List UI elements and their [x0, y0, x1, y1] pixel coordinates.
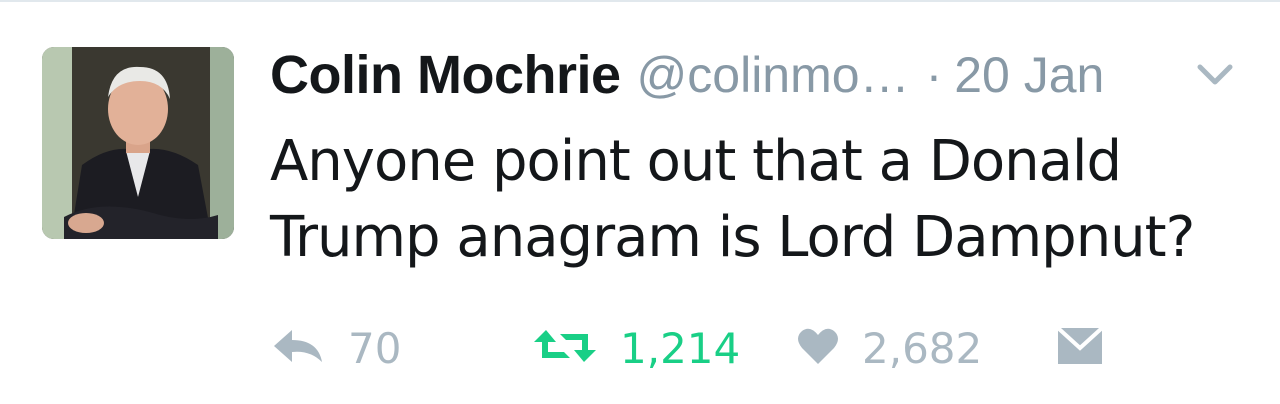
separator-dot: · — [925, 47, 943, 103]
retweet-count: 1,214 — [620, 323, 741, 373]
chevron-down-icon[interactable] — [1196, 62, 1234, 88]
author-handle[interactable]: @colinmo… — [637, 46, 910, 104]
like-button[interactable]: 2,682 — [796, 318, 982, 378]
tweet-date[interactable]: 20 Jan — [954, 46, 1104, 104]
tweet-text: Anyone point out that a Donald Trump ana… — [270, 124, 1260, 276]
tweet-text-line: Trump anagram is Lord Dampnut? — [270, 205, 1195, 270]
author-name[interactable]: Colin Mochrie — [270, 44, 621, 106]
envelope-icon — [1056, 326, 1104, 371]
retweet-button[interactable]: 1,214 — [532, 318, 740, 378]
avatar[interactable] — [42, 47, 234, 239]
direct-message-button[interactable] — [1056, 318, 1104, 378]
top-divider — [0, 0, 1280, 2]
like-count: 2,682 — [862, 323, 983, 373]
tweet-header: Colin Mochrie @colinmo… · 20 Jan — [270, 40, 1104, 110]
heart-icon — [796, 326, 840, 371]
reply-icon — [270, 326, 326, 371]
reply-count: 70 — [348, 323, 402, 373]
tweet-text-line: Anyone point out that a Donald — [270, 129, 1122, 194]
reply-button[interactable]: 70 — [270, 318, 401, 378]
retweet-icon — [532, 326, 598, 371]
